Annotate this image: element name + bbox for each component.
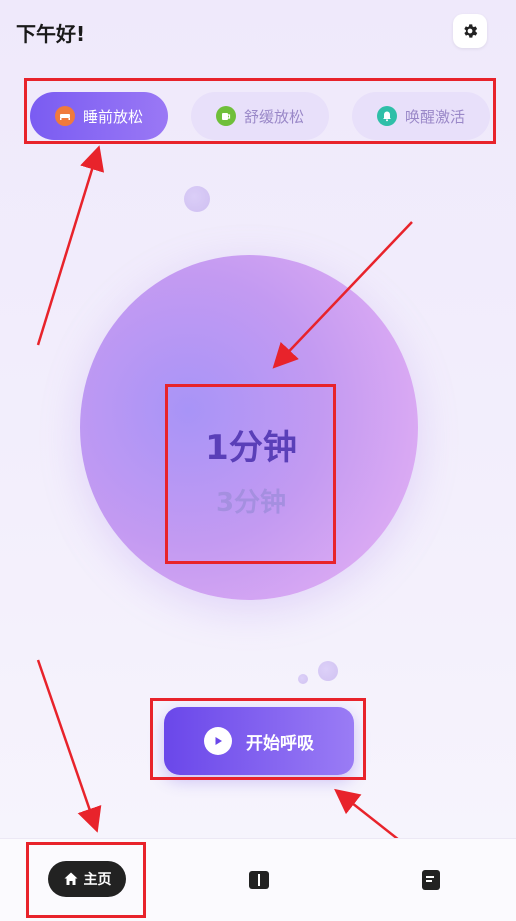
tab-label: 唤醒激活 [404,107,465,126]
nav-notes-button[interactable] [418,867,444,893]
greeting-title: 下午好! [16,22,86,46]
arrow-to-modes [36,145,105,346]
bell-icon [376,106,397,126]
tab-label: 睡前放松 [82,107,143,126]
duration-option[interactable]: 3分钟 [166,482,336,519]
nav-book-button[interactable] [246,867,272,893]
tab-soothing-relax[interactable]: 舒缓放松 [191,92,329,140]
mode-selector: 睡前放松 舒缓放松 唤醒激活 [30,92,490,140]
mug-icon [215,106,236,126]
decor-bubble [318,661,338,681]
bottom-nav: 主页 [0,838,516,921]
decor-bubble [298,674,308,684]
start-breathing-button[interactable]: 开始呼吸 [164,707,354,775]
tab-label: 舒缓放松 [243,107,304,126]
decor-bubble [184,186,210,212]
home-icon [64,872,77,885]
tab-wake-activate[interactable]: 唤醒激活 [352,92,490,140]
bed-icon [54,106,75,126]
notes-icon [422,870,440,890]
nav-home-button[interactable]: 主页 [48,861,126,897]
settings-button[interactable] [453,14,487,48]
arrow-to-home [36,659,102,833]
play-icon [204,727,232,755]
tab-sleep-relax[interactable]: 睡前放松 [30,92,168,140]
nav-home-label: 主页 [83,872,112,888]
gear-icon [464,24,478,38]
start-button-label: 开始呼吸 [246,733,314,754]
duration-selected[interactable]: 1分钟 [166,420,336,469]
book-icon [249,871,269,889]
